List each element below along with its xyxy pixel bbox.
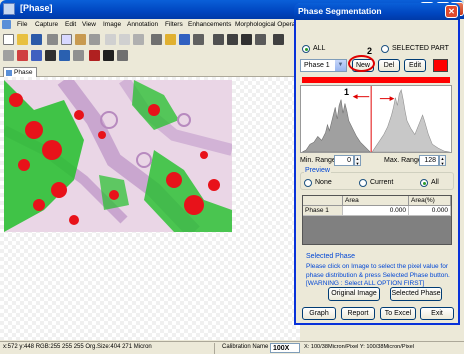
camera-icon[interactable] — [227, 34, 238, 45]
radio-preview-none[interactable] — [304, 179, 312, 187]
help-icon[interactable] — [179, 34, 190, 45]
menu-edit[interactable]: Edit — [65, 21, 76, 28]
table-cell-area-percent[interactable]: 0.000 — [409, 206, 451, 216]
menu-annotation[interactable]: Annotation — [127, 21, 158, 28]
save-icon[interactable] — [31, 34, 42, 45]
radio-preview-all[interactable] — [420, 179, 428, 187]
radio-preview-current-label: Current — [370, 179, 394, 186]
copy-icon[interactable] — [61, 34, 72, 45]
edit-phase-button[interactable]: Edit — [404, 59, 426, 72]
selected-phase-label: Selected Phase — [306, 253, 356, 260]
display-icon[interactable] — [273, 34, 284, 45]
selected-phase-button[interactable]: Selected Phase — [390, 287, 442, 301]
status-separator — [214, 343, 215, 354]
fill-icon[interactable] — [133, 34, 144, 45]
status-bar: x:572 y:448 RGB:255 255 255 Org.Size:404… — [0, 341, 464, 354]
phase-select-value: Phase 1 — [304, 62, 330, 69]
phase-select[interactable]: Phase 1 ▼ — [300, 59, 347, 72]
min-range-label: Min. Range — [300, 157, 336, 164]
tab-phase-label: Phase — [14, 69, 33, 76]
table-header-area-percent: Area(%) — [409, 196, 451, 206]
status-info: x:572 y:448 RGB:255 255 255 Org.Size:404… — [3, 344, 152, 350]
capture-icon[interactable] — [213, 34, 224, 45]
measure-icon[interactable] — [17, 50, 28, 61]
table-cell-area[interactable]: 0.000 — [343, 206, 409, 216]
toolbar — [0, 32, 300, 66]
radio-preview-all-label: All — [431, 179, 439, 186]
document-tab-bar: Phase — [0, 66, 300, 77]
radio-selected-part-label: SELECTED PART — [392, 45, 449, 52]
max-range-field[interactable]: 128 — [419, 155, 439, 166]
preview-group-title: Preview — [304, 167, 331, 174]
status-calibration: Calibration Name — [222, 344, 269, 350]
open-folder-icon[interactable] — [17, 34, 28, 45]
annotate-icon[interactable] — [89, 50, 100, 61]
app-title: [Phase] — [20, 3, 53, 13]
dialog-close-button[interactable]: ✕ — [445, 5, 458, 18]
layer-icon[interactable] — [103, 50, 114, 61]
min-range-spinner[interactable]: ▲ ▼ — [354, 155, 361, 166]
table-header-area: Area — [343, 196, 409, 206]
radio-all-label: ALL — [313, 45, 326, 52]
radio-all[interactable] — [302, 45, 310, 53]
table-header-blank — [303, 196, 343, 206]
print-icon[interactable] — [151, 34, 162, 45]
app-icon — [3, 3, 15, 15]
histogram[interactable] — [300, 85, 452, 153]
zoom-icon[interactable] — [59, 50, 70, 61]
status-pixel-size: X: 100/38Micron/Pixel Y: 100/38Micron/Pi… — [304, 344, 414, 350]
menu-view[interactable]: View — [82, 21, 96, 28]
tool-icon[interactable] — [193, 34, 204, 45]
micrograph-image[interactable] — [4, 80, 232, 232]
menu-morphological-operations[interactable]: Morphological Operat — [235, 21, 297, 28]
phase-color-bar — [302, 77, 450, 83]
new-file-icon[interactable] — [3, 34, 14, 45]
menu-capture[interactable]: Capture — [35, 21, 58, 28]
redo-icon[interactable] — [119, 34, 130, 45]
cut-icon[interactable] — [47, 34, 58, 45]
graph-button[interactable]: Graph — [302, 307, 336, 320]
annotation-circle — [348, 55, 375, 72]
text-icon[interactable] — [45, 50, 56, 61]
radio-preview-none-label: None — [315, 179, 332, 186]
menu-file[interactable]: File — [17, 21, 27, 28]
paste-icon[interactable] — [75, 34, 86, 45]
radio-preview-current[interactable] — [359, 179, 367, 187]
grid-icon[interactable] — [73, 50, 84, 61]
chevron-down-icon: ▼ — [335, 60, 346, 71]
delete-icon[interactable] — [89, 34, 100, 45]
tab-phase[interactable]: Phase — [3, 67, 37, 77]
menu-enhancements[interactable]: Enhancements — [188, 21, 231, 28]
to-excel-button[interactable]: To Excel — [380, 307, 416, 320]
phase-color-swatch[interactable] — [433, 59, 448, 72]
count-icon[interactable] — [31, 50, 42, 61]
phase-segmentation-dialog: Phase Segmentation ✕ ALL SELECTED PART P… — [294, 3, 460, 325]
max-range-spinner[interactable]: ▲ ▼ — [439, 155, 446, 166]
original-image-button[interactable]: Original Image — [328, 287, 380, 301]
select-icon[interactable] — [3, 50, 14, 61]
report-button[interactable]: Report — [341, 307, 375, 320]
live-icon[interactable] — [241, 34, 252, 45]
annotation-number-2: 2 — [367, 46, 373, 56]
overlay-icon[interactable] — [117, 50, 128, 61]
doc-icon — [2, 20, 11, 29]
undo-icon[interactable] — [105, 34, 116, 45]
image-icon — [6, 70, 12, 76]
help-text: Please click on Image to select the pixe… — [306, 263, 450, 287]
min-range-field[interactable]: 0 — [334, 155, 354, 166]
table-row-label[interactable]: Phase 1 — [303, 206, 343, 216]
menu-image[interactable]: Image — [103, 21, 121, 28]
radio-selected-part[interactable] — [381, 45, 389, 53]
menu-filters[interactable]: Filters — [165, 21, 183, 28]
video-icon[interactable] — [255, 34, 266, 45]
max-range-label: Max. Range — [384, 157, 422, 164]
settings-icon[interactable] — [165, 34, 176, 45]
annotation-number-1: 1 — [344, 87, 350, 97]
delete-phase-button[interactable]: Del — [378, 59, 400, 72]
dialog-titlebar: Phase Segmentation ✕ — [294, 3, 460, 20]
exit-button[interactable]: Exit — [420, 307, 454, 320]
zoom-level-field[interactable]: 100X — [270, 343, 300, 353]
phase-area-table: Area Area(%) Phase 1 0.000 0.000 — [302, 195, 452, 245]
dialog-title: Phase Segmentation — [298, 6, 382, 16]
